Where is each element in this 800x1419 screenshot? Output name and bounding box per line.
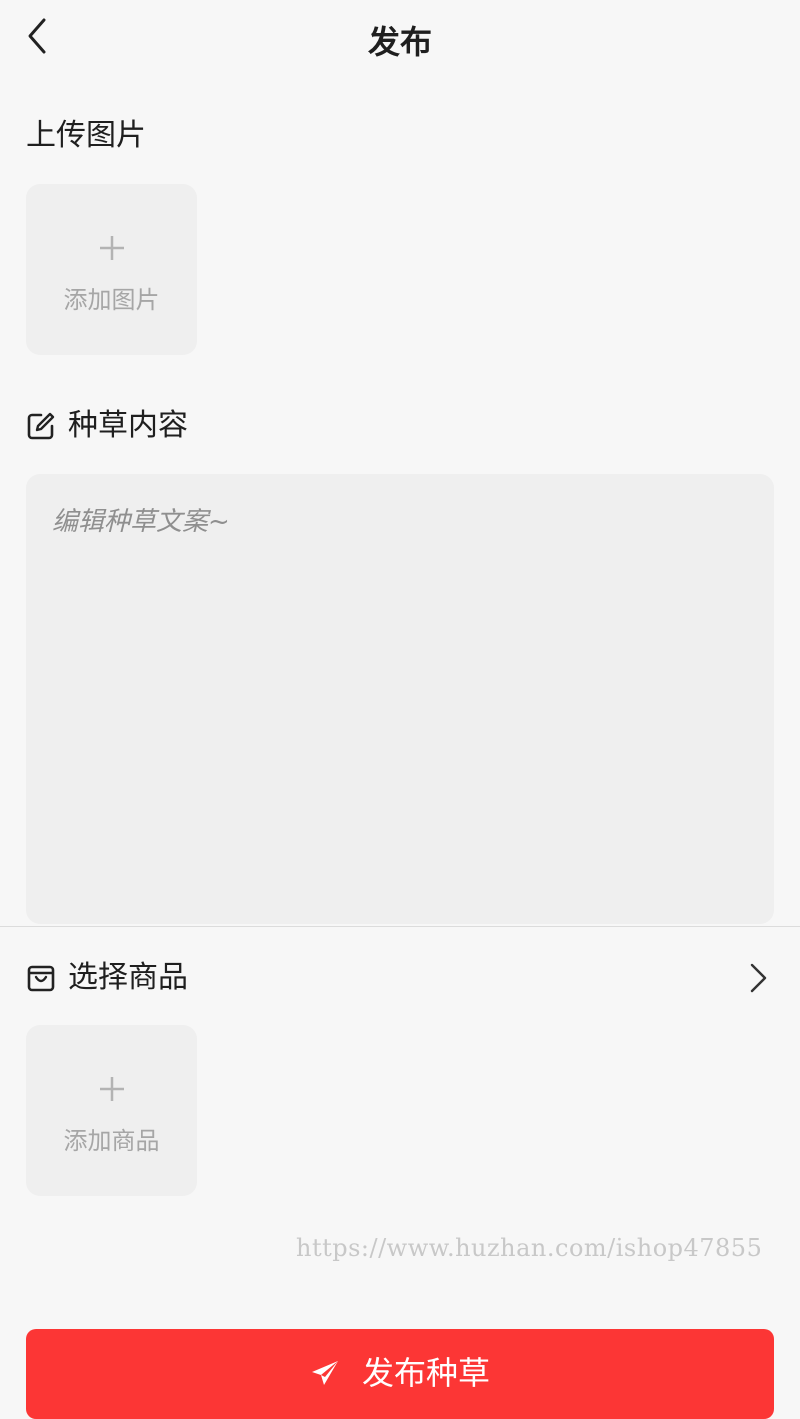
- product-title-label: 选择商品: [68, 960, 188, 995]
- page-title: 发布: [367, 23, 432, 61]
- plus-icon: [100, 1077, 124, 1101]
- add-image-button[interactable]: 添加图片: [26, 184, 197, 355]
- content-title-label: 种草内容: [68, 408, 188, 443]
- paper-plane-icon: [311, 1361, 338, 1385]
- shopping-bag-icon: [27, 965, 55, 992]
- content-textarea[interactable]: 编辑种草文案~: [26, 474, 774, 924]
- upload-images-title: 上传图片: [26, 118, 146, 153]
- add-image-label: 添加图片: [63, 286, 160, 314]
- content-section-title: 种草内容: [26, 406, 188, 446]
- publish-button-label: 发布种草: [361, 1354, 490, 1392]
- plus-icon: [100, 236, 124, 260]
- select-product-row[interactable]: 选择商品: [26, 950, 774, 1006]
- content-placeholder: 编辑种草文案~: [52, 507, 230, 537]
- product-section-title: 选择商品: [26, 958, 188, 998]
- divider: [0, 926, 800, 927]
- chevron-right-icon[interactable]: [748, 962, 768, 994]
- add-product-label: 添加商品: [63, 1127, 160, 1155]
- add-product-button[interactable]: 添加商品: [26, 1025, 197, 1196]
- edit-icon: [27, 412, 55, 440]
- watermark-text: https://www.huzhan.com/ishop47855: [296, 1234, 763, 1262]
- top-bar: 发布: [0, 0, 800, 84]
